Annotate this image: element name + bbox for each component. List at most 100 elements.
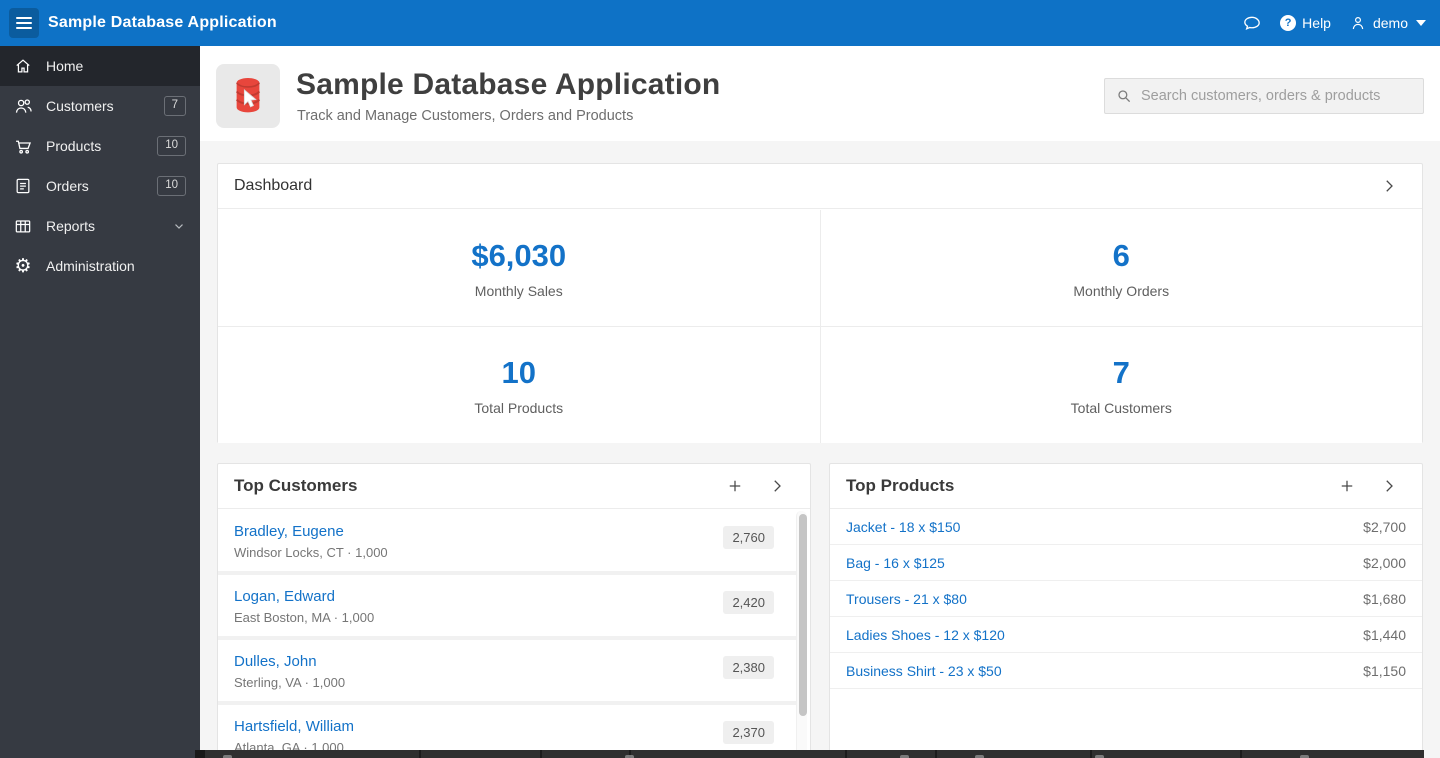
customer-detail: Windsor Locks, CT · 1,000 (234, 545, 388, 560)
top-customers-header: Top Customers (218, 464, 810, 509)
product-total: $2,000 (1363, 554, 1406, 571)
sidebar-navigation: Home Customers 7 Products 10 Orders 10 R… (0, 46, 200, 758)
count-badge: 7 (163, 96, 186, 116)
top-customers-title: Top Customers (234, 476, 358, 495)
page-title: Sample Database Application (296, 68, 721, 101)
customer-amount-badge: 2,760 (723, 526, 774, 549)
product-row[interactable]: Jacket - 18 x $150 $2,700 (830, 509, 1422, 545)
customer-link[interactable]: Dulles, John (234, 653, 706, 670)
chevron-down-icon (1416, 20, 1426, 26)
dashboard-stats: $6,030 Monthly Sales 6 Monthly Orders 10… (218, 210, 1422, 443)
sidebar-item-products[interactable]: Products 10 (0, 126, 200, 166)
dashboard-card: Dashboard $6,030 Monthly Sales 6 Monthly… (217, 163, 1423, 443)
home-icon (12, 55, 34, 77)
product-total: $1,680 (1363, 590, 1406, 607)
sidebar-item-label: Reports (46, 218, 96, 234)
add-customer-button[interactable] (726, 477, 744, 495)
hamburger-icon (16, 17, 32, 29)
search-icon (1118, 90, 1131, 103)
chevron-right-icon (1386, 480, 1393, 492)
help-button[interactable]: ? Help (1280, 15, 1331, 31)
product-row[interactable]: Ladies Shoes - 12 x $120 $1,440 (830, 617, 1422, 653)
product-link[interactable]: Business Shirt - 23 x $50 (846, 663, 1002, 679)
customer-detail: Sterling, VA · 1,000 (234, 675, 346, 690)
top-customers-list: Bradley, Eugene Windsor Locks, CT · 1,00… (218, 510, 796, 758)
dashboard-title: Dashboard (234, 177, 313, 194)
product-link[interactable]: Bag - 16 x $125 (846, 555, 945, 571)
view-products-button[interactable] (1380, 477, 1398, 495)
plus-icon (1341, 480, 1353, 492)
product-total: $1,150 (1363, 662, 1406, 679)
stat-monthly-sales[interactable]: $6,030 Monthly Sales (218, 210, 820, 326)
customer-link[interactable]: Bradley, Eugene (234, 523, 706, 540)
count-badge: 10 (157, 136, 186, 156)
product-link[interactable]: Trousers - 21 x $80 (846, 591, 967, 607)
document-list-icon (12, 175, 34, 197)
top-products-title: Top Products (846, 476, 955, 495)
window-title: Sample Database Application (48, 14, 277, 31)
customer-link[interactable]: Hartsfield, William (234, 718, 706, 735)
person-icon (1349, 14, 1367, 32)
hamburger-menu-button[interactable] (9, 8, 39, 38)
chat-bubble-icon (1242, 13, 1262, 33)
chevron-right-icon (1386, 180, 1393, 192)
sidebar-item-orders[interactable]: Orders 10 (0, 166, 200, 206)
product-total: $2,700 (1363, 518, 1406, 535)
page-header: Sample Database Application Track and Ma… (200, 46, 1440, 141)
customer-detail: East Boston, MA · 1,000 (234, 610, 375, 625)
chevron-down-icon (172, 219, 186, 233)
cart-icon (12, 135, 34, 157)
add-product-button[interactable] (1338, 477, 1356, 495)
view-customers-button[interactable] (768, 477, 786, 495)
stat-value: 7 (1112, 354, 1130, 390)
people-icon (12, 95, 34, 117)
help-icon: ? (1280, 15, 1297, 31)
dashboard-expand-button[interactable] (1380, 177, 1398, 195)
stat-label: Monthly Orders (1073, 282, 1170, 299)
customer-row[interactable]: Dulles, John Sterling, VA · 1,000 2,380 (218, 640, 796, 705)
user-menu-button[interactable]: demo (1349, 14, 1426, 32)
search-input[interactable] (1141, 79, 1423, 113)
sidebar-item-home[interactable]: Home (0, 46, 200, 86)
product-link[interactable]: Jacket - 18 x $150 (846, 519, 960, 535)
customer-link[interactable]: Logan, Edward (234, 588, 706, 605)
database-icon (235, 78, 261, 113)
top-customers-card: Top Customers Bradley, Eugene Windsor Lo… (217, 463, 811, 758)
scrollbar-thumb[interactable] (798, 514, 807, 716)
count-badge: 10 (157, 176, 186, 196)
sidebar-item-label: Customers (46, 98, 114, 114)
help-label: Help (1302, 15, 1331, 31)
stat-value: 6 (1112, 237, 1130, 273)
app-logo (216, 64, 280, 128)
table-icon (12, 215, 34, 237)
stat-monthly-orders[interactable]: 6 Monthly Orders (820, 210, 1422, 326)
product-row[interactable]: Trousers - 21 x $80 $1,680 (830, 581, 1422, 617)
top-navigation-bar: Sample Database Application ? Help demo (0, 0, 1440, 46)
main-content: Sample Database Application Track and Ma… (200, 46, 1440, 758)
sidebar-item-label: Orders (46, 178, 89, 194)
stat-total-customers[interactable]: 7 Total Customers (820, 327, 1422, 443)
product-total: $1,440 (1363, 626, 1406, 643)
feedback-button[interactable] (1242, 13, 1262, 33)
gear-icon: ⚙ (14, 255, 32, 277)
customer-row[interactable]: Bradley, Eugene Windsor Locks, CT · 1,00… (218, 510, 796, 575)
product-row[interactable]: Bag - 16 x $125 $2,000 (830, 545, 1422, 581)
page-subtitle: Track and Manage Customers, Orders and P… (297, 108, 634, 124)
customer-row[interactable]: Logan, Edward East Boston, MA · 1,000 2,… (218, 575, 796, 640)
customers-scrollbar[interactable] (796, 511, 807, 758)
stat-value: 10 (501, 354, 536, 390)
sidebar-item-customers[interactable]: Customers 7 (0, 86, 200, 126)
taskbar-edge (195, 750, 205, 758)
stat-label: Monthly Sales (474, 282, 563, 299)
product-link[interactable]: Ladies Shoes - 12 x $120 (846, 627, 1005, 643)
bottom-taskbar-strip[interactable] (195, 750, 1424, 758)
username-label: demo (1372, 15, 1408, 31)
sidebar-item-reports[interactable]: Reports (0, 206, 200, 246)
search-box (1104, 78, 1424, 114)
product-row[interactable]: Business Shirt - 23 x $50 $1,150 (830, 653, 1422, 689)
stat-total-products[interactable]: 10 Total Products (218, 327, 820, 443)
sidebar-item-administration[interactable]: ⚙ Administration (0, 246, 200, 286)
stat-value: $6,030 (471, 237, 567, 273)
stat-label: Total Products (474, 399, 564, 416)
sidebar-item-label: Home (46, 58, 84, 74)
